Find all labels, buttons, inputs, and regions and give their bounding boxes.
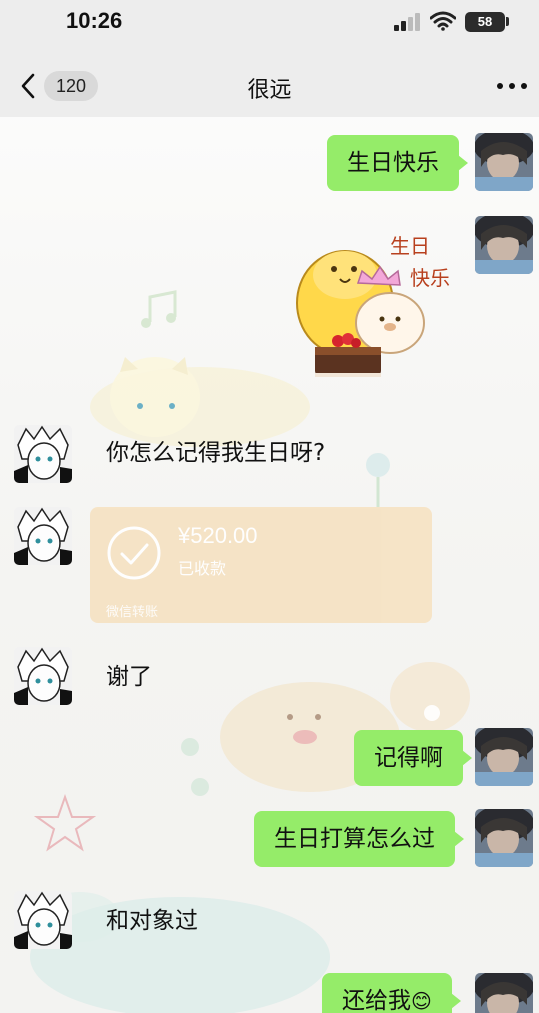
sticker-text-line1: 生日 (390, 234, 430, 258)
my-avatar[interactable] (475, 809, 533, 867)
transfer-amount: ¥520.00 (178, 523, 258, 548)
message-bubble-outgoing[interactable]: 生日快乐 (327, 135, 468, 191)
message-bubble-outgoing[interactable]: 还给我😊 (322, 973, 461, 1013)
contact-avatar[interactable] (14, 891, 72, 949)
chat-title: 很远 (247, 78, 292, 103)
check-circle-icon (107, 526, 161, 580)
avatar-photo (475, 809, 533, 867)
message-bubble-outgoing[interactable]: 记得啊 (354, 730, 472, 786)
battery-icon: 58 (465, 12, 505, 32)
avatar-anime (14, 891, 72, 949)
contact-avatar[interactable] (14, 507, 72, 565)
avatar-photo (475, 133, 533, 191)
my-avatar[interactable] (475, 973, 533, 1013)
avatar-anime (14, 647, 72, 705)
contact-avatar[interactable] (14, 647, 72, 705)
status-bar: 10:26 58 (0, 0, 539, 50)
avatar-anime (14, 425, 72, 483)
avatar-photo (475, 973, 533, 1013)
message-text: 还给我 (342, 988, 411, 1013)
avatar-photo (475, 728, 533, 786)
avatar-anime (14, 507, 72, 565)
message-bubble-incoming[interactable]: 和对象过 (106, 893, 218, 949)
transfer-card[interactable]: ¥520.00 已收款 微信转账 (90, 507, 432, 623)
my-avatar[interactable] (475, 216, 533, 274)
message-bubble-outgoing[interactable]: 生日打算怎么过 (254, 811, 464, 867)
my-avatar[interactable] (475, 728, 533, 786)
signal-icon (394, 13, 420, 31)
birthday-sticker[interactable]: 生日 快乐 (290, 223, 460, 393)
smile-emoji-icon: 😊 (411, 989, 432, 1013)
transfer-status: 已收款 (178, 559, 227, 578)
chat-area[interactable]: 生日快乐 生日 快乐 你怎么记得我生日呀? ¥520.00 已收款 微信转账 谢… (0, 117, 539, 1013)
status-time: 10:26 (66, 8, 123, 33)
sticker-text-line2: 快乐 (410, 266, 450, 290)
battery-cap (506, 17, 509, 26)
message-bubble-incoming[interactable]: 你怎么记得我生日呀? (106, 425, 345, 481)
message-bubble-incoming[interactable]: 谢了 (106, 649, 172, 705)
battery-level: 58 (477, 14, 493, 29)
chat-header: 120 很远 (0, 55, 539, 117)
my-avatar[interactable] (475, 133, 533, 191)
more-dots-icon[interactable] (494, 77, 530, 95)
avatar-photo (475, 216, 533, 274)
transfer-footer: 微信转账 (106, 605, 159, 620)
contact-avatar[interactable] (14, 425, 72, 483)
wifi-icon (430, 11, 456, 31)
